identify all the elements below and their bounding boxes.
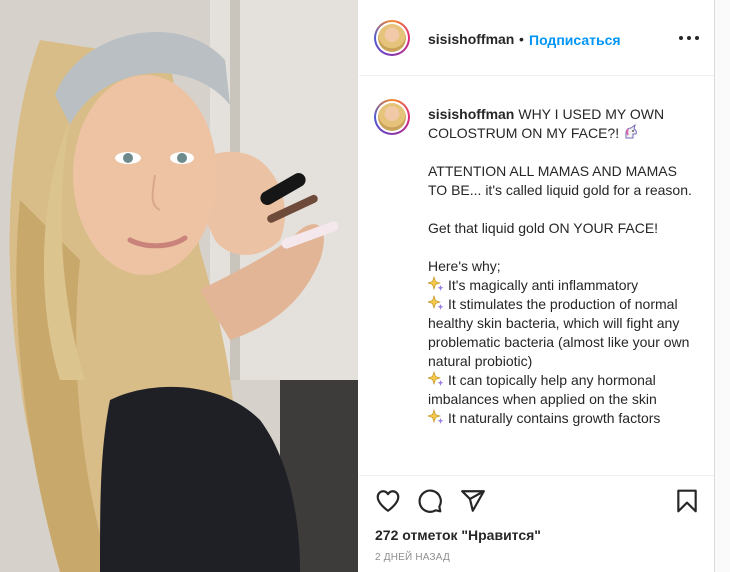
post-header: sisishoffman • Подписаться	[359, 0, 714, 76]
unicorn-icon	[625, 124, 637, 139]
caption-para2: Get that liquid gold ON YOUR FACE!	[428, 220, 659, 236]
caption-point1: It's magically anti inflammatory	[448, 277, 639, 293]
separator-dot: •	[519, 31, 524, 47]
comments-area[interactable]: sisishoffman WHY I USED MY OWN COLOSTRUM …	[359, 77, 714, 475]
more-options-icon[interactable]	[679, 30, 699, 46]
caption-text: sisishoffman WHY I USED MY OWN COLOSTRUM …	[428, 105, 698, 428]
sparkles-icon	[428, 276, 444, 291]
author-avatar[interactable]	[374, 20, 410, 56]
caption-avatar[interactable]	[374, 99, 410, 135]
comment-icon[interactable]	[417, 488, 443, 514]
sparkles-icon	[428, 409, 444, 424]
post-actions: 272 отметок "Нравится" 2 ДНЕЙ НАЗАД	[359, 475, 714, 572]
author-username[interactable]: sisishoffman	[428, 31, 514, 47]
paper-plane-icon[interactable]	[460, 488, 486, 514]
caption-username[interactable]: sisishoffman	[428, 106, 514, 122]
post-side-panel: sisishoffman • Подписаться sisishoffman W…	[359, 0, 714, 572]
likes-count[interactable]: 272 отметок "Нравится"	[375, 527, 541, 543]
post-date[interactable]: 2 ДНЕЙ НАЗАД	[375, 552, 450, 563]
caption-point4: It naturally contains growth factors	[448, 410, 661, 426]
sparkles-icon	[428, 295, 444, 310]
post-card: sisishoffman • Подписаться sisishoffman W…	[0, 0, 715, 572]
caption-point3: It can topically help any hormonal imbal…	[428, 372, 660, 407]
follow-button[interactable]: Подписаться	[529, 32, 621, 48]
caption-point2: It stimulates the production of normal h…	[428, 296, 694, 369]
sparkles-icon	[428, 371, 444, 386]
caption-para1: ATTENTION ALL MAMAS AND MAMAS TO BE... i…	[428, 163, 692, 198]
post-photo[interactable]	[0, 0, 358, 572]
heart-icon[interactable]	[375, 488, 401, 514]
caption-heres-why: Here's why;	[428, 258, 501, 274]
bookmark-icon[interactable]	[674, 488, 700, 514]
selfie-illustration	[0, 0, 358, 572]
